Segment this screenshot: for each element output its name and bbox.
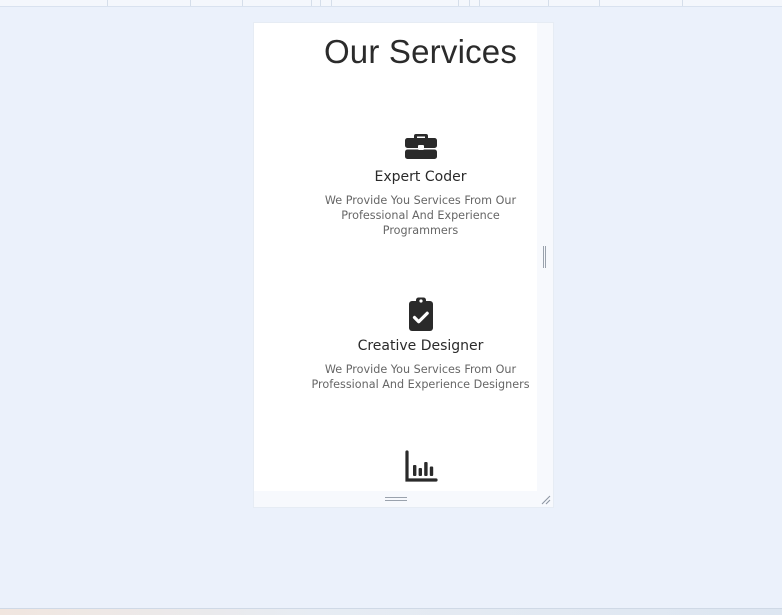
service-card-analytics [254, 450, 537, 491]
services-viewport[interactable]: Our Services Expert Coder We Provide You… [254, 23, 537, 491]
toolbar-divider [599, 0, 600, 6]
toolbar-divider [311, 0, 312, 6]
bar-chart-icon [404, 450, 438, 482]
service-name: Creative Designer [357, 338, 484, 354]
toolbar-divider [682, 0, 683, 6]
scrollbar-grip-icon[interactable] [543, 246, 546, 268]
toolbar-divider [469, 0, 470, 6]
scrollbar-grip-icon[interactable] [385, 497, 407, 501]
preview-frame[interactable]: Our Services Expert Coder We Provide You… [254, 23, 553, 507]
service-card-expert-coder: Expert Coder We Provide You Services Fro… [254, 128, 537, 238]
service-name: Expert Coder [374, 169, 467, 185]
toolbar-divider [320, 0, 321, 6]
page-title: Our Services [323, 33, 518, 70]
toolbar-divider [331, 0, 332, 6]
vertical-scrollbar[interactable] [537, 23, 553, 491]
toolbar-divider [242, 0, 243, 6]
toolbar-divider [107, 0, 108, 6]
resize-handle-icon[interactable] [540, 494, 551, 505]
toolbar-divider [190, 0, 191, 6]
horizontal-scrollbar[interactable] [254, 491, 553, 507]
service-description: We Provide You Services From Our Profess… [311, 363, 530, 391]
service-card-creative-designer: Creative Designer We Provide You Service… [254, 297, 537, 392]
clipboard-check-icon [408, 297, 433, 331]
toolbar-divider [458, 0, 459, 6]
toolbar-divider [479, 0, 480, 6]
briefcase-icon [404, 134, 437, 159]
top-toolbar-strip [0, 0, 782, 7]
toolbar-divider [548, 0, 549, 6]
service-description: We Provide You Services From Our Profess… [324, 194, 517, 237]
